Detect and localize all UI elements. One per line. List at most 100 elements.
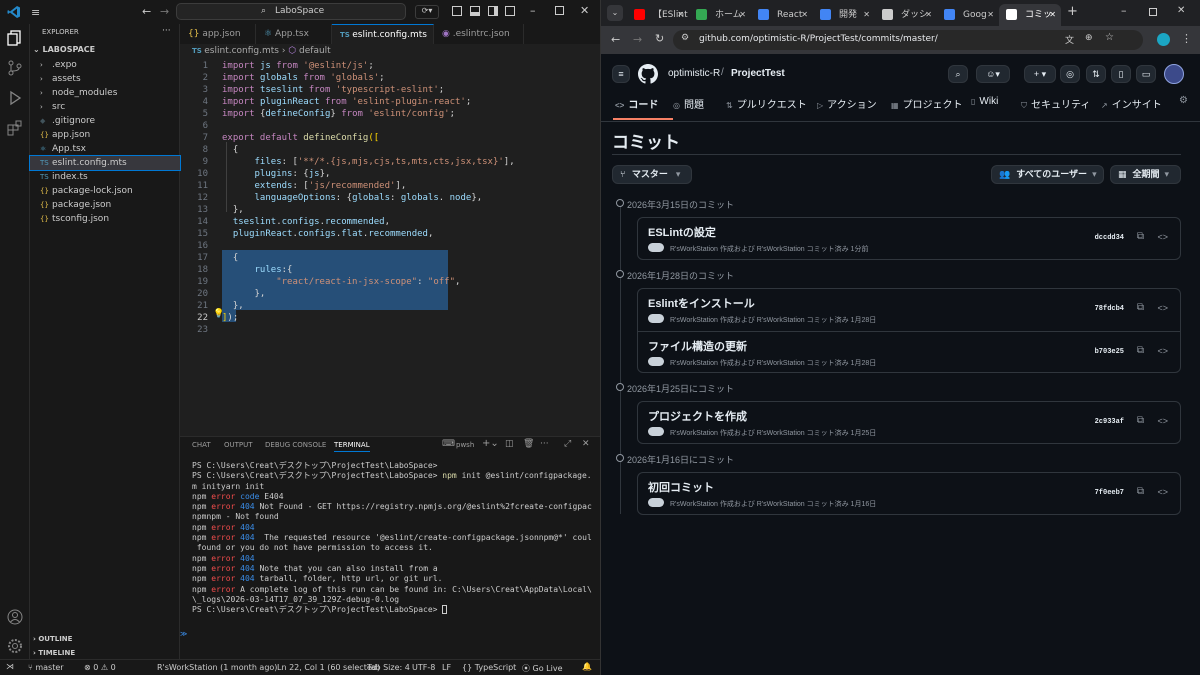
forward-arrow-icon[interactable]: → <box>160 5 169 18</box>
commit-sha-link[interactable]: 7f0eeb7 <box>1095 489 1124 497</box>
more-actions-icon[interactable]: ··· <box>162 26 171 36</box>
end-of-line[interactable]: LF <box>442 663 451 672</box>
close-tab-icon[interactable]: ✕ <box>863 4 870 26</box>
reload-icon[interactable]: ↻ <box>655 32 664 45</box>
source-control-icon[interactable] <box>7 60 23 76</box>
tab-eslintrc[interactable]: ◉ .eslintrc.json <box>434 24 524 44</box>
repo-nav-book[interactable]: ▯ Wiki <box>971 96 998 107</box>
copilot-button[interactable]: ☺▾ <box>976 65 1010 83</box>
bookmark-star-icon[interactable]: ☆ <box>1105 32 1114 43</box>
tab-app-tsx[interactable]: ⚛ App.tsx <box>256 24 332 44</box>
explorer-icon[interactable] <box>7 30 23 46</box>
remote-icon[interactable]: ⋊ <box>6 662 14 671</box>
copy-icon[interactable]: ⧉ <box>1137 345 1144 356</box>
copilot-icon[interactable]: ⟳▾ <box>415 5 439 19</box>
browse-code-icon[interactable]: <> <box>1157 346 1168 356</box>
zoom-icon[interactable]: ⊕ <box>1085 33 1093 43</box>
pull-requests-button[interactable]: ⇅ <box>1086 65 1106 83</box>
search-button[interactable]: ⌕ <box>948 65 968 83</box>
copy-icon[interactable]: ⧉ <box>1137 302 1144 313</box>
browser-tab[interactable]: ダッシ ✕ <box>875 4 937 26</box>
close-icon[interactable]: ✕ <box>580 4 589 17</box>
browser-tab[interactable]: コミッ ✕ <box>999 4 1061 26</box>
browse-code-icon[interactable]: <> <box>1157 487 1168 497</box>
browser-tab[interactable]: 開発 ✕ <box>813 4 875 26</box>
profile-avatar[interactable] <box>1157 33 1170 46</box>
cursor-position[interactable]: Ln 22, Col 1 (60 selected) <box>277 663 380 672</box>
language-mode[interactable]: {} TypeScript <box>462 663 516 672</box>
commit-title[interactable]: 初回コミット <box>648 479 714 495</box>
panel-tab-debug-console[interactable]: DEBUG CONSOLE <box>265 441 326 449</box>
repo-name-link[interactable]: ProjectTest <box>731 68 785 79</box>
file-tree-item[interactable]: {} package-lock.json <box>30 184 180 198</box>
run-debug-icon[interactable] <box>7 90 23 106</box>
toggle-secondary-sidebar-icon[interactable] <box>488 6 498 16</box>
repo-nav-pull-request[interactable]: ⇅ プルリクエスト <box>726 96 807 111</box>
outline-section[interactable]: › OUTLINE <box>33 635 72 643</box>
minimize-icon[interactable]: – <box>1121 4 1127 17</box>
close-tab-icon[interactable]: ✕ <box>925 4 932 26</box>
trash-icon[interactable]: 🗑 <box>523 439 534 449</box>
add-terminal-icon[interactable]: +⌄ <box>482 438 499 449</box>
code-editor[interactable]: 💡 1 import js from '@eslint/js'; 2 import … <box>180 58 600 430</box>
close-tab-icon[interactable]: ✕ <box>801 4 808 26</box>
author-avatar[interactable] <box>648 427 664 436</box>
tab-app-json[interactable]: {} app.json <box>180 24 256 44</box>
browse-code-icon[interactable]: <> <box>1157 232 1168 242</box>
browse-code-icon[interactable]: <> <box>1157 416 1168 426</box>
encoding[interactable]: UTF-8 <box>412 663 435 672</box>
back-arrow-icon[interactable]: ← <box>142 5 151 18</box>
close-panel-icon[interactable]: ✕ <box>582 439 590 449</box>
file-tree-item[interactable]: › src <box>30 100 180 114</box>
repo-nav-table[interactable]: ▦ プロジェクト <box>891 96 963 111</box>
browser-tab[interactable]: ホーム ✕ <box>689 4 751 26</box>
user-filter-button[interactable]: 👥 すべてのユーザー ▾ <box>991 165 1104 184</box>
file-tree-item[interactable]: ⚛ App.tsx <box>30 142 180 156</box>
tab-search-icon[interactable]: ⌄ <box>607 5 623 21</box>
terminal-output[interactable]: PS C:\Users\Creat\デスクトップ\ProjectTest\Lab… <box>192 461 592 615</box>
tab-eslint-config[interactable]: TS eslint.config.mts✕ <box>332 24 434 44</box>
browse-code-icon[interactable]: <> <box>1157 303 1168 313</box>
go-live-button[interactable]: ⦿ Go Live <box>522 663 563 674</box>
copy-icon[interactable]: ⧉ <box>1137 231 1144 242</box>
settings-gear-icon[interactable]: ⚙ <box>1179 95 1188 106</box>
file-tree-item[interactable]: {} package.json <box>30 198 180 212</box>
problems-status[interactable]: ⊗ 0 ⚠ 0 <box>84 663 116 672</box>
close-tab-icon[interactable]: ✕ <box>677 4 684 26</box>
browser-tab[interactable]: Goog ✕ <box>937 4 999 26</box>
commit-title[interactable]: ファイル構造の更新 <box>648 338 747 354</box>
close-icon[interactable]: ✕ <box>1177 5 1185 16</box>
address-bar[interactable]: ⚙ github.com/optimistic-R/ProjectTest/co… <box>673 30 1143 50</box>
repo-nav-code[interactable]: <> コード <box>615 96 658 111</box>
maximize-icon[interactable] <box>1149 8 1157 16</box>
project-header[interactable]: ⌄ LABOSPACE <box>33 45 95 54</box>
author-avatar[interactable] <box>648 357 664 366</box>
maximize-icon[interactable] <box>555 6 564 15</box>
branch-select-button[interactable]: ⑂ マスター ▾ <box>612 165 692 184</box>
breadcrumb-file[interactable]: eslint.config.mts <box>204 46 279 56</box>
file-tree-item[interactable]: TS index.ts <box>30 170 180 184</box>
inbox-button[interactable]: ▭ <box>1136 65 1156 83</box>
notifications-icon[interactable]: 🔔 <box>582 662 592 671</box>
repo-nav-play[interactable]: ▷ アクション <box>817 96 877 111</box>
author-avatar[interactable] <box>648 243 664 252</box>
file-tree-item[interactable]: ◆ .gitignore <box>30 114 180 128</box>
breadcrumb-symbol[interactable]: default <box>299 46 331 56</box>
commit-sha-link[interactable]: dccdd34 <box>1095 234 1124 242</box>
hamburger-menu-button[interactable]: ≡ <box>612 65 630 83</box>
terminal-shell[interactable]: pwsh <box>456 441 474 449</box>
settings-gear-icon[interactable] <box>7 638 23 654</box>
split-terminal-icon[interactable]: ◫ <box>505 439 514 449</box>
branch-status[interactable]: ⑂ master <box>28 663 64 672</box>
date-filter-button[interactable]: ▦ 全期間 ▾ <box>1110 165 1181 184</box>
file-tree-item[interactable]: TS eslint.config.mts <box>29 155 181 171</box>
close-tab-icon[interactable]: ✕ <box>1049 4 1056 26</box>
file-tree-item[interactable]: {} app.json <box>30 128 180 142</box>
file-tree-item[interactable]: › .expo <box>30 58 180 72</box>
commit-sha-link[interactable]: 2c933af <box>1095 418 1124 426</box>
commit-sha-link[interactable]: b703e25 <box>1095 348 1124 356</box>
timeline-section[interactable]: › TIMELINE <box>33 649 75 657</box>
command-center-search[interactable]: ⌕ LaboSpace <box>176 3 406 20</box>
panel-tab-chat[interactable]: CHAT <box>192 441 211 449</box>
panel-tab-output[interactable]: OUTPUT <box>224 441 253 449</box>
